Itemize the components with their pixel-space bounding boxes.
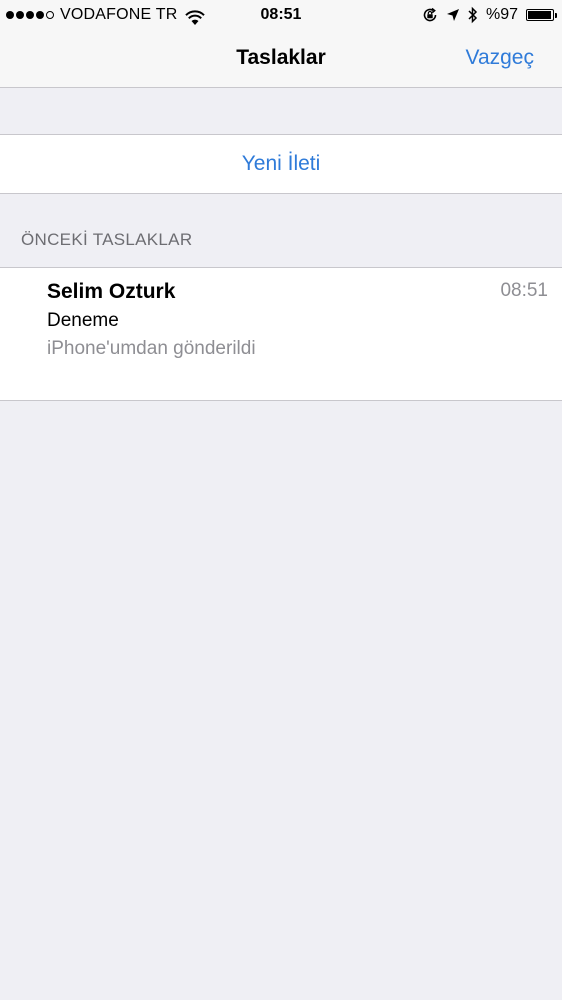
bluetooth-icon bbox=[468, 6, 478, 24]
location-arrow-icon bbox=[446, 8, 460, 22]
orientation-lock-icon bbox=[422, 7, 438, 23]
new-message-button[interactable]: Yeni İleti bbox=[0, 134, 562, 194]
draft-sender: Selim Ozturk bbox=[47, 280, 176, 303]
cancel-button[interactable]: Vazgeç bbox=[466, 30, 535, 85]
draft-list-item[interactable]: Selim Ozturk 08:51 Deneme iPhone'umdan g… bbox=[0, 267, 562, 401]
battery-icon bbox=[526, 9, 557, 21]
draft-subject: Deneme bbox=[47, 310, 119, 331]
battery-percentage: %97 bbox=[485, 6, 518, 23]
navigation-bar: Taslaklar Vazgeç bbox=[0, 30, 562, 87]
section-header-previous-drafts: ÖNCEKİ TASLAKLAR bbox=[21, 230, 193, 249]
draft-preview: iPhone'umdan gönderildi bbox=[47, 338, 256, 359]
status-bar-right: %97 bbox=[422, 0, 557, 30]
top-bar: VODAFONE TR 08:51 %97 Taslaklar Vazgeç bbox=[0, 0, 562, 88]
battery-fill bbox=[528, 11, 552, 19]
draft-time: 08:51 bbox=[500, 280, 548, 301]
status-bar: VODAFONE TR 08:51 %97 bbox=[0, 0, 562, 30]
